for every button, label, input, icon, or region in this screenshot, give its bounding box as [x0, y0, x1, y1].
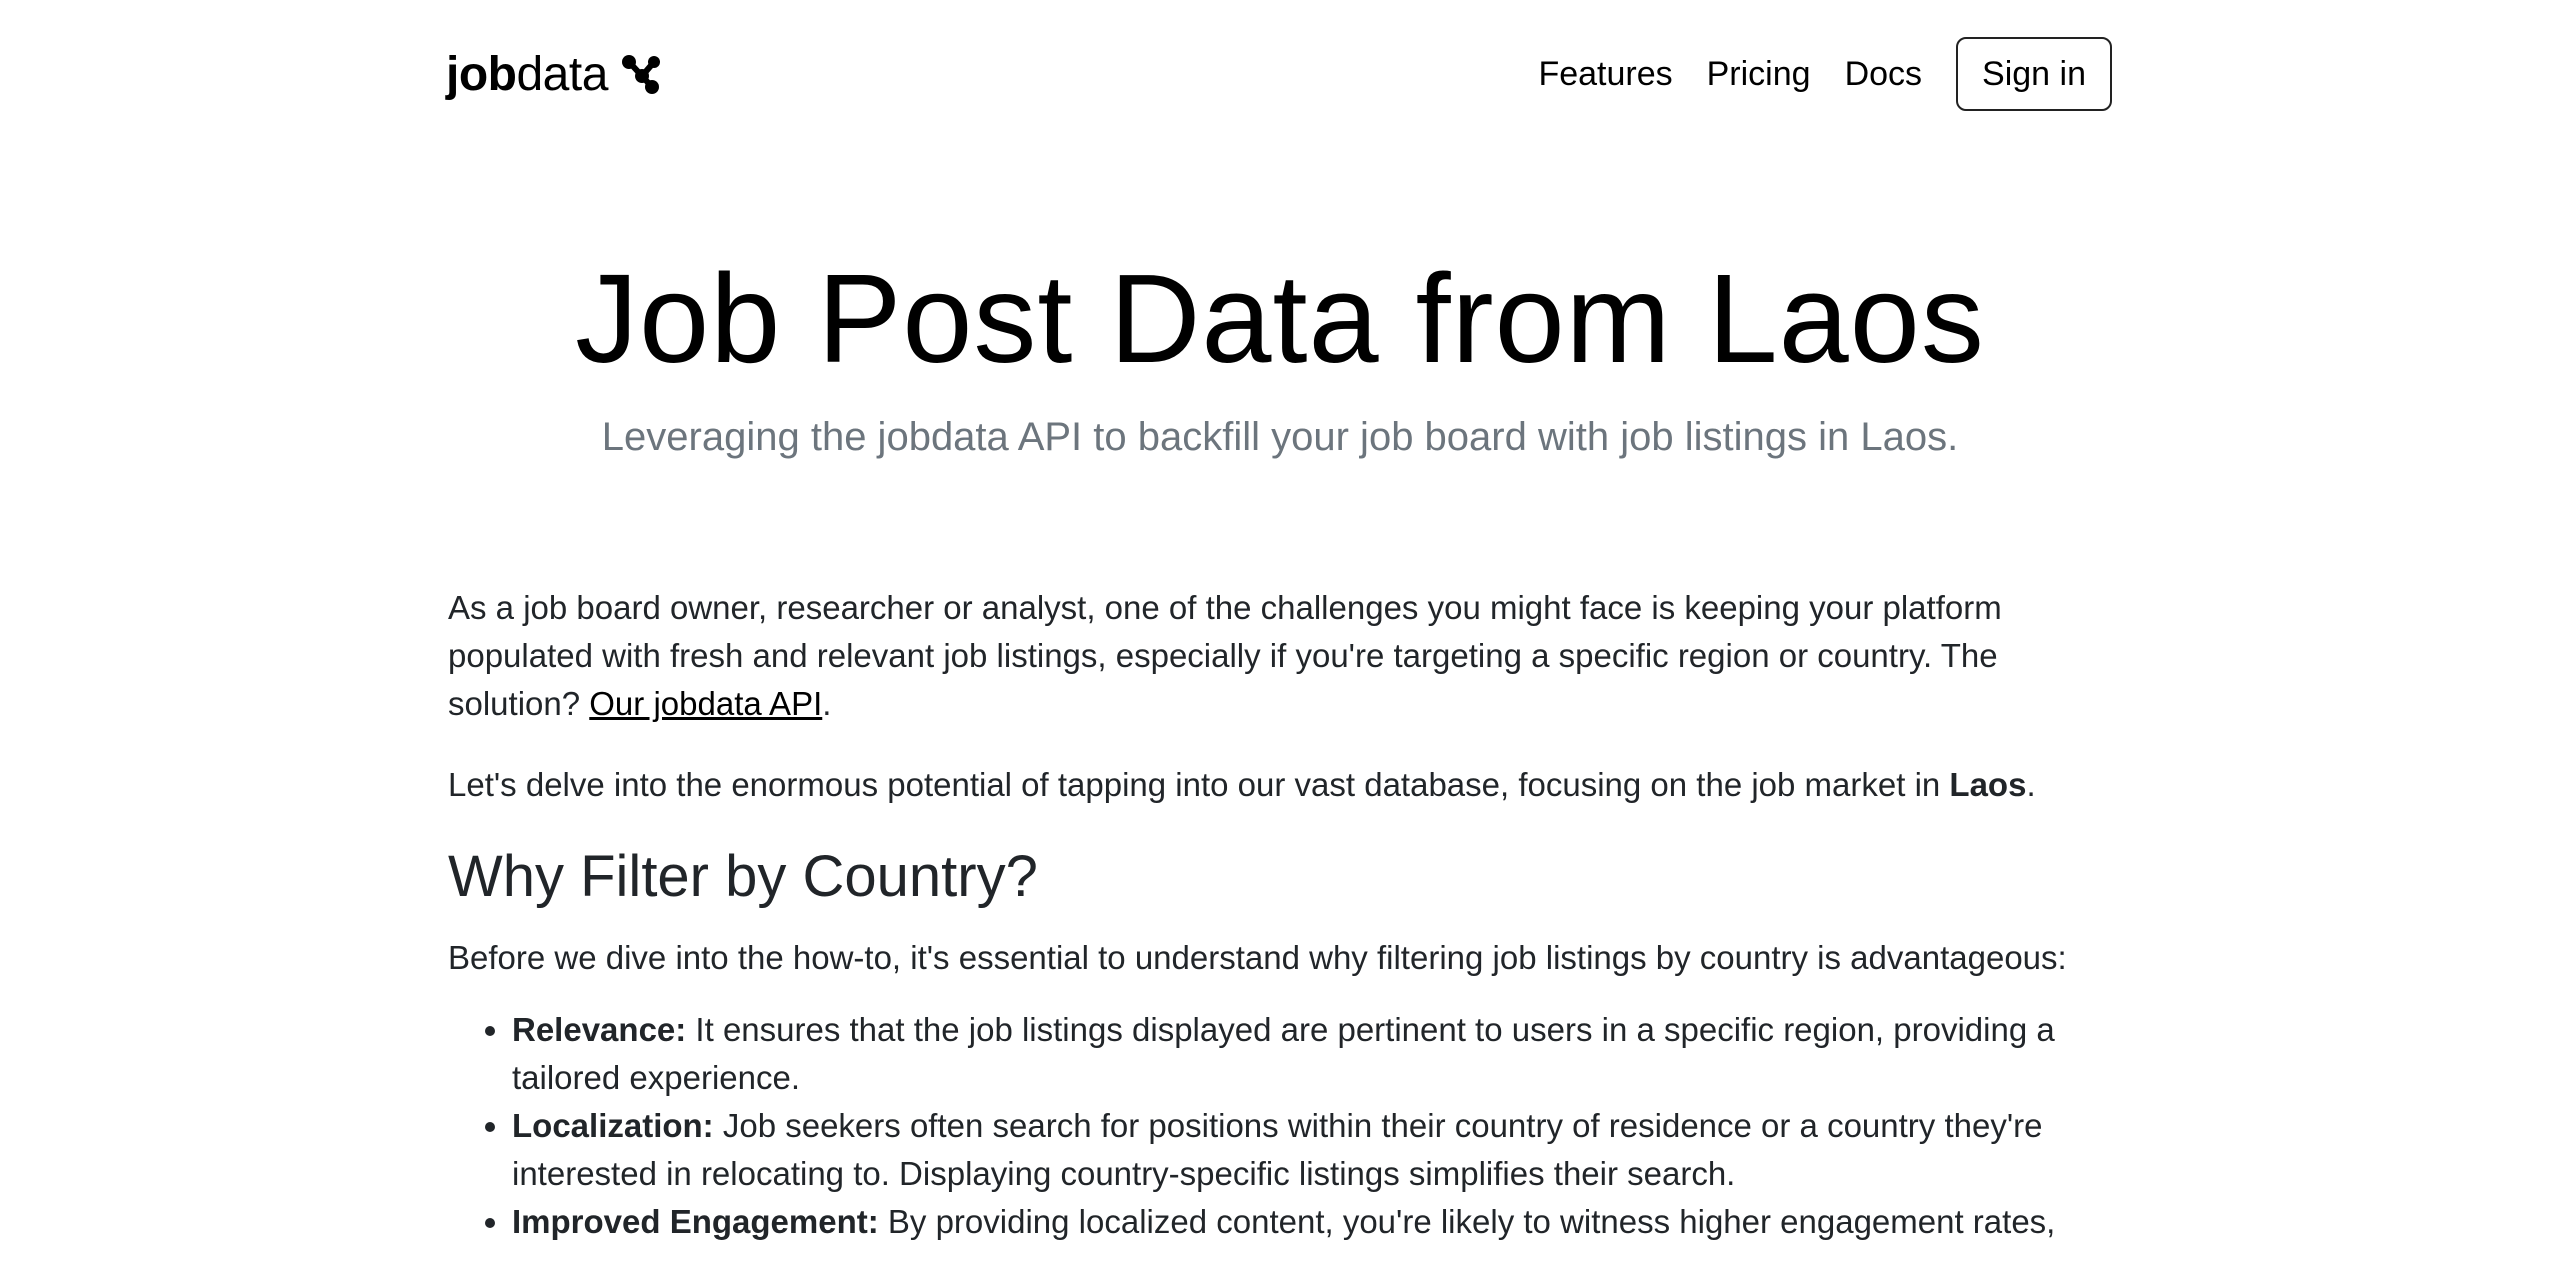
page-title: Job Post Data from Laos	[575, 248, 1985, 389]
intro-paragraph: As a job board owner, researcher or anal…	[448, 584, 2128, 728]
section-heading: Why Filter by Country?	[448, 844, 1038, 909]
list-item-term: Improved Engagement:	[512, 1202, 879, 1240]
brand-logo-link[interactable]: job data	[446, 47, 662, 102]
list-item-term: Relevance:	[512, 1010, 687, 1048]
list-item-term: Localization:	[512, 1106, 714, 1144]
section-intro-paragraph: Before we dive into the how-to, it's ess…	[448, 938, 2067, 976]
nav-link-docs[interactable]: Docs	[1845, 55, 1922, 94]
list-item-text: Job seekers often search for positions w…	[512, 1106, 2043, 1192]
page: job data Features Pricing Docs Sign in J…	[0, 0, 2560, 1280]
sign-in-button[interactable]: Sign in	[1956, 37, 2112, 111]
nav-link-features[interactable]: Features	[1538, 55, 1672, 94]
list-item-text: It ensures that the job listings display…	[512, 1010, 2055, 1096]
brand-name-light: data	[516, 47, 608, 101]
article-content: As a job board owner, researcher or anal…	[448, 584, 2128, 1246]
delve-paragraph: Let's delve into the enormous potential …	[448, 761, 2128, 809]
benefits-list: Relevance: It ensures that the job listi…	[512, 1006, 2128, 1246]
country-name: Laos	[1949, 766, 2027, 803]
list-item: Localization: Job seekers often search f…	[512, 1102, 2128, 1198]
top-navbar: job data Features Pricing Docs Sign in	[446, 30, 2112, 118]
hero-section: Job Post Data from Laos Leveraging the j…	[0, 248, 2560, 460]
page-subtitle: Leveraging the jobdata API to backfill y…	[601, 414, 1959, 459]
nav-links: Features Pricing Docs Sign in	[1504, 37, 2112, 111]
delve-end: .	[2026, 766, 2036, 803]
delve-text: Let's delve into the enormous potential …	[448, 766, 1950, 803]
brand-name-bold: job	[446, 47, 517, 101]
list-item: Improved Engagement: By providing locali…	[512, 1198, 2128, 1246]
intro-end: .	[822, 685, 832, 722]
nav-link-pricing[interactable]: Pricing	[1707, 55, 1811, 94]
jobdata-api-link[interactable]: Our jobdata API	[589, 685, 822, 722]
list-item-text: By providing localized content, you're l…	[878, 1202, 2056, 1240]
list-item: Relevance: It ensures that the job listi…	[512, 1006, 2128, 1102]
molecule-logo-icon	[620, 53, 662, 95]
